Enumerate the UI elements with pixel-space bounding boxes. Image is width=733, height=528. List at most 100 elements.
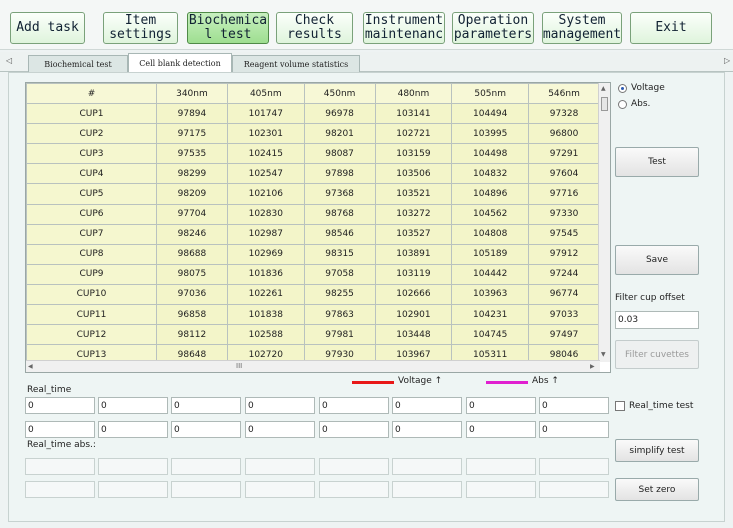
realtime-abs-field[interactable] bbox=[539, 481, 609, 498]
realtime-field[interactable]: 0 bbox=[466, 421, 536, 438]
realtime-field[interactable]: 0 bbox=[539, 421, 609, 438]
realtime-field[interactable]: 0 bbox=[319, 421, 389, 438]
scroll-right-icon[interactable]: ▶ bbox=[590, 363, 595, 370]
row-cup-label: CUP11 bbox=[26, 304, 157, 326]
realtime-abs-field[interactable] bbox=[245, 481, 315, 498]
test-button[interactable]: Test bbox=[615, 147, 699, 177]
exit-button[interactable]: Exit bbox=[630, 12, 712, 44]
realtime-abs-field[interactable] bbox=[245, 458, 315, 475]
realtime-abs-field[interactable] bbox=[25, 481, 95, 498]
scroll-down-icon[interactable]: ▼ bbox=[601, 351, 606, 358]
voltage-legend-line bbox=[352, 381, 394, 384]
realtime-field[interactable]: 0 bbox=[466, 397, 536, 414]
triangle-left-icon[interactable]: ◁ bbox=[6, 56, 12, 65]
table-cell: 98768 bbox=[303, 203, 376, 225]
realtime-test-checkbox[interactable]: Real_time test bbox=[615, 401, 693, 411]
table-row[interactable]: CUP10 97036 102261 98255 102666 103963 96774 bbox=[26, 283, 600, 306]
realtime-label: Real_time bbox=[27, 385, 72, 395]
realtime-abs-field[interactable] bbox=[171, 481, 241, 498]
realtime-field[interactable]: 0 bbox=[319, 397, 389, 414]
realtime-field[interactable]: 0 bbox=[25, 397, 95, 414]
voltage-radio[interactable]: Voltage bbox=[618, 83, 665, 93]
realtime-abs-field[interactable] bbox=[319, 458, 389, 475]
table-cell: 104494 bbox=[451, 103, 530, 125]
realtime-field[interactable]: 0 bbox=[245, 421, 315, 438]
row-cup-label: CUP2 bbox=[26, 123, 157, 145]
table-cell: 103159 bbox=[374, 143, 453, 165]
realtime-field[interactable]: 0 bbox=[392, 397, 462, 414]
table-cell: 102901 bbox=[374, 304, 453, 326]
table-cell: 102969 bbox=[226, 243, 305, 265]
realtime-field[interactable]: 0 bbox=[171, 397, 241, 414]
table-row[interactable]: CUP7 98246 102987 98546 103527 104808 97545 bbox=[26, 223, 600, 245]
row-cup-label: CUP1 bbox=[26, 103, 157, 125]
realtime-abs-field[interactable] bbox=[392, 458, 462, 475]
table-cell: 103141 bbox=[374, 103, 453, 125]
table-row[interactable]: CUP1 97894 101747 96978 103141 104494 97328 bbox=[26, 103, 600, 125]
table-row[interactable]: CUP2 97175 102301 98201 102721 103995 96800 bbox=[26, 123, 600, 145]
realtime-abs-field[interactable] bbox=[25, 458, 95, 475]
item-settings-button[interactable]: Item settings bbox=[103, 12, 178, 44]
scroll-thumb[interactable] bbox=[601, 97, 608, 111]
realtime-field[interactable]: 0 bbox=[392, 421, 462, 438]
tab-cell-blank-detection[interactable]: Cell blank detection bbox=[128, 53, 232, 73]
realtime-abs-field[interactable] bbox=[466, 481, 536, 498]
realtime-field[interactable]: 0 bbox=[98, 421, 168, 438]
table-header-row: # 340nm 405nm 450nm 480nm 505nm 546nm bbox=[26, 83, 600, 105]
simplify-test-button[interactable]: simplify test bbox=[615, 439, 699, 462]
set-zero-button[interactable]: Set zero bbox=[615, 478, 699, 501]
realtime-abs-field[interactable] bbox=[539, 458, 609, 475]
tab-biochemical-test[interactable]: Biochemical test bbox=[28, 55, 128, 72]
radio-indicator[interactable] bbox=[618, 83, 627, 93]
table-cell: 104896 bbox=[451, 183, 530, 205]
radio-indicator[interactable] bbox=[618, 99, 627, 109]
realtime-field[interactable]: 0 bbox=[245, 397, 315, 414]
table-row[interactable]: CUP5 98209 102106 97368 103521 104896 97716 bbox=[26, 183, 600, 205]
realtime-field[interactable]: 0 bbox=[98, 397, 168, 414]
realtime-abs-field[interactable] bbox=[392, 481, 462, 498]
table-cell: 104442 bbox=[451, 263, 530, 285]
realtime-abs-field[interactable] bbox=[171, 458, 241, 475]
filter-cuvettes-button[interactable]: Filter cuvettes bbox=[615, 340, 699, 369]
realtime-abs-field[interactable] bbox=[98, 481, 168, 498]
table-cell: 97535 bbox=[156, 143, 228, 165]
table-row[interactable]: CUP9 98075 101836 97058 103119 104442 97244 bbox=[26, 263, 600, 285]
operation-parameters-button[interactable]: Operation parameters bbox=[452, 12, 534, 44]
realtime-field[interactable]: 0 bbox=[25, 421, 95, 438]
realtime-field[interactable]: 0 bbox=[171, 421, 241, 438]
table-cell: 101747 bbox=[226, 103, 305, 125]
save-button[interactable]: Save bbox=[615, 245, 699, 275]
triangle-right-icon[interactable]: ▷ bbox=[724, 56, 730, 65]
table-row[interactable]: CUP3 97535 102415 98087 103159 104498 97291 bbox=[26, 143, 600, 165]
table-row[interactable]: CUP12 98112 102588 97981 103448 104745 97497 bbox=[26, 324, 600, 346]
table-row[interactable]: CUP6 97704 102830 98768 103272 104562 97330 bbox=[26, 203, 600, 225]
table-vertical-scrollbar[interactable]: ▲ ▼ bbox=[598, 83, 610, 362]
table-row[interactable]: CUP11 96858 101838 97863 102901 104231 97033 bbox=[26, 304, 600, 326]
voltage-legend-label: Voltage ↑ bbox=[398, 376, 443, 386]
filter-cup-offset-input[interactable]: 0.03 bbox=[615, 311, 699, 329]
realtime-field[interactable]: 0 bbox=[539, 397, 609, 414]
check-results-button[interactable]: Check results bbox=[276, 12, 353, 44]
table-row[interactable]: CUP4 98299 102547 97898 103506 104832 97604 bbox=[26, 163, 600, 185]
table-cell: 97894 bbox=[156, 103, 228, 125]
scroll-left-icon[interactable]: ◀ bbox=[28, 363, 33, 370]
realtime-abs-field[interactable] bbox=[98, 458, 168, 475]
checkbox-box[interactable] bbox=[615, 401, 625, 411]
add-task-button[interactable]: Add task bbox=[10, 12, 85, 44]
tab-reagent-volume-statistics[interactable]: Reagent volume statistics bbox=[232, 55, 360, 72]
realtime-abs-field[interactable] bbox=[319, 481, 389, 498]
system-management-button[interactable]: System management bbox=[542, 12, 622, 44]
table-row[interactable]: CUP8 98688 102969 98315 103891 105189 97912 bbox=[26, 243, 600, 265]
biochemical-test-button[interactable]: Biochemica l test bbox=[187, 12, 269, 44]
realtime-abs-field[interactable] bbox=[466, 458, 536, 475]
table-cell: 97898 bbox=[303, 163, 376, 185]
column-header: 546nm bbox=[528, 83, 600, 105]
realtime-abs-label: Real_time abs.: bbox=[27, 440, 96, 450]
instrument-maintenance-button[interactable]: Instrument maintenanc bbox=[363, 12, 445, 44]
table-cell: 102666 bbox=[374, 283, 453, 306]
abs-radio[interactable]: Abs. bbox=[618, 99, 650, 109]
table-horizontal-scrollbar[interactable]: ◀ III ▶ bbox=[26, 360, 600, 372]
scroll-up-icon[interactable]: ▲ bbox=[601, 85, 606, 92]
table-cell: 98075 bbox=[156, 263, 228, 285]
scroll-grip[interactable]: III bbox=[236, 362, 242, 370]
